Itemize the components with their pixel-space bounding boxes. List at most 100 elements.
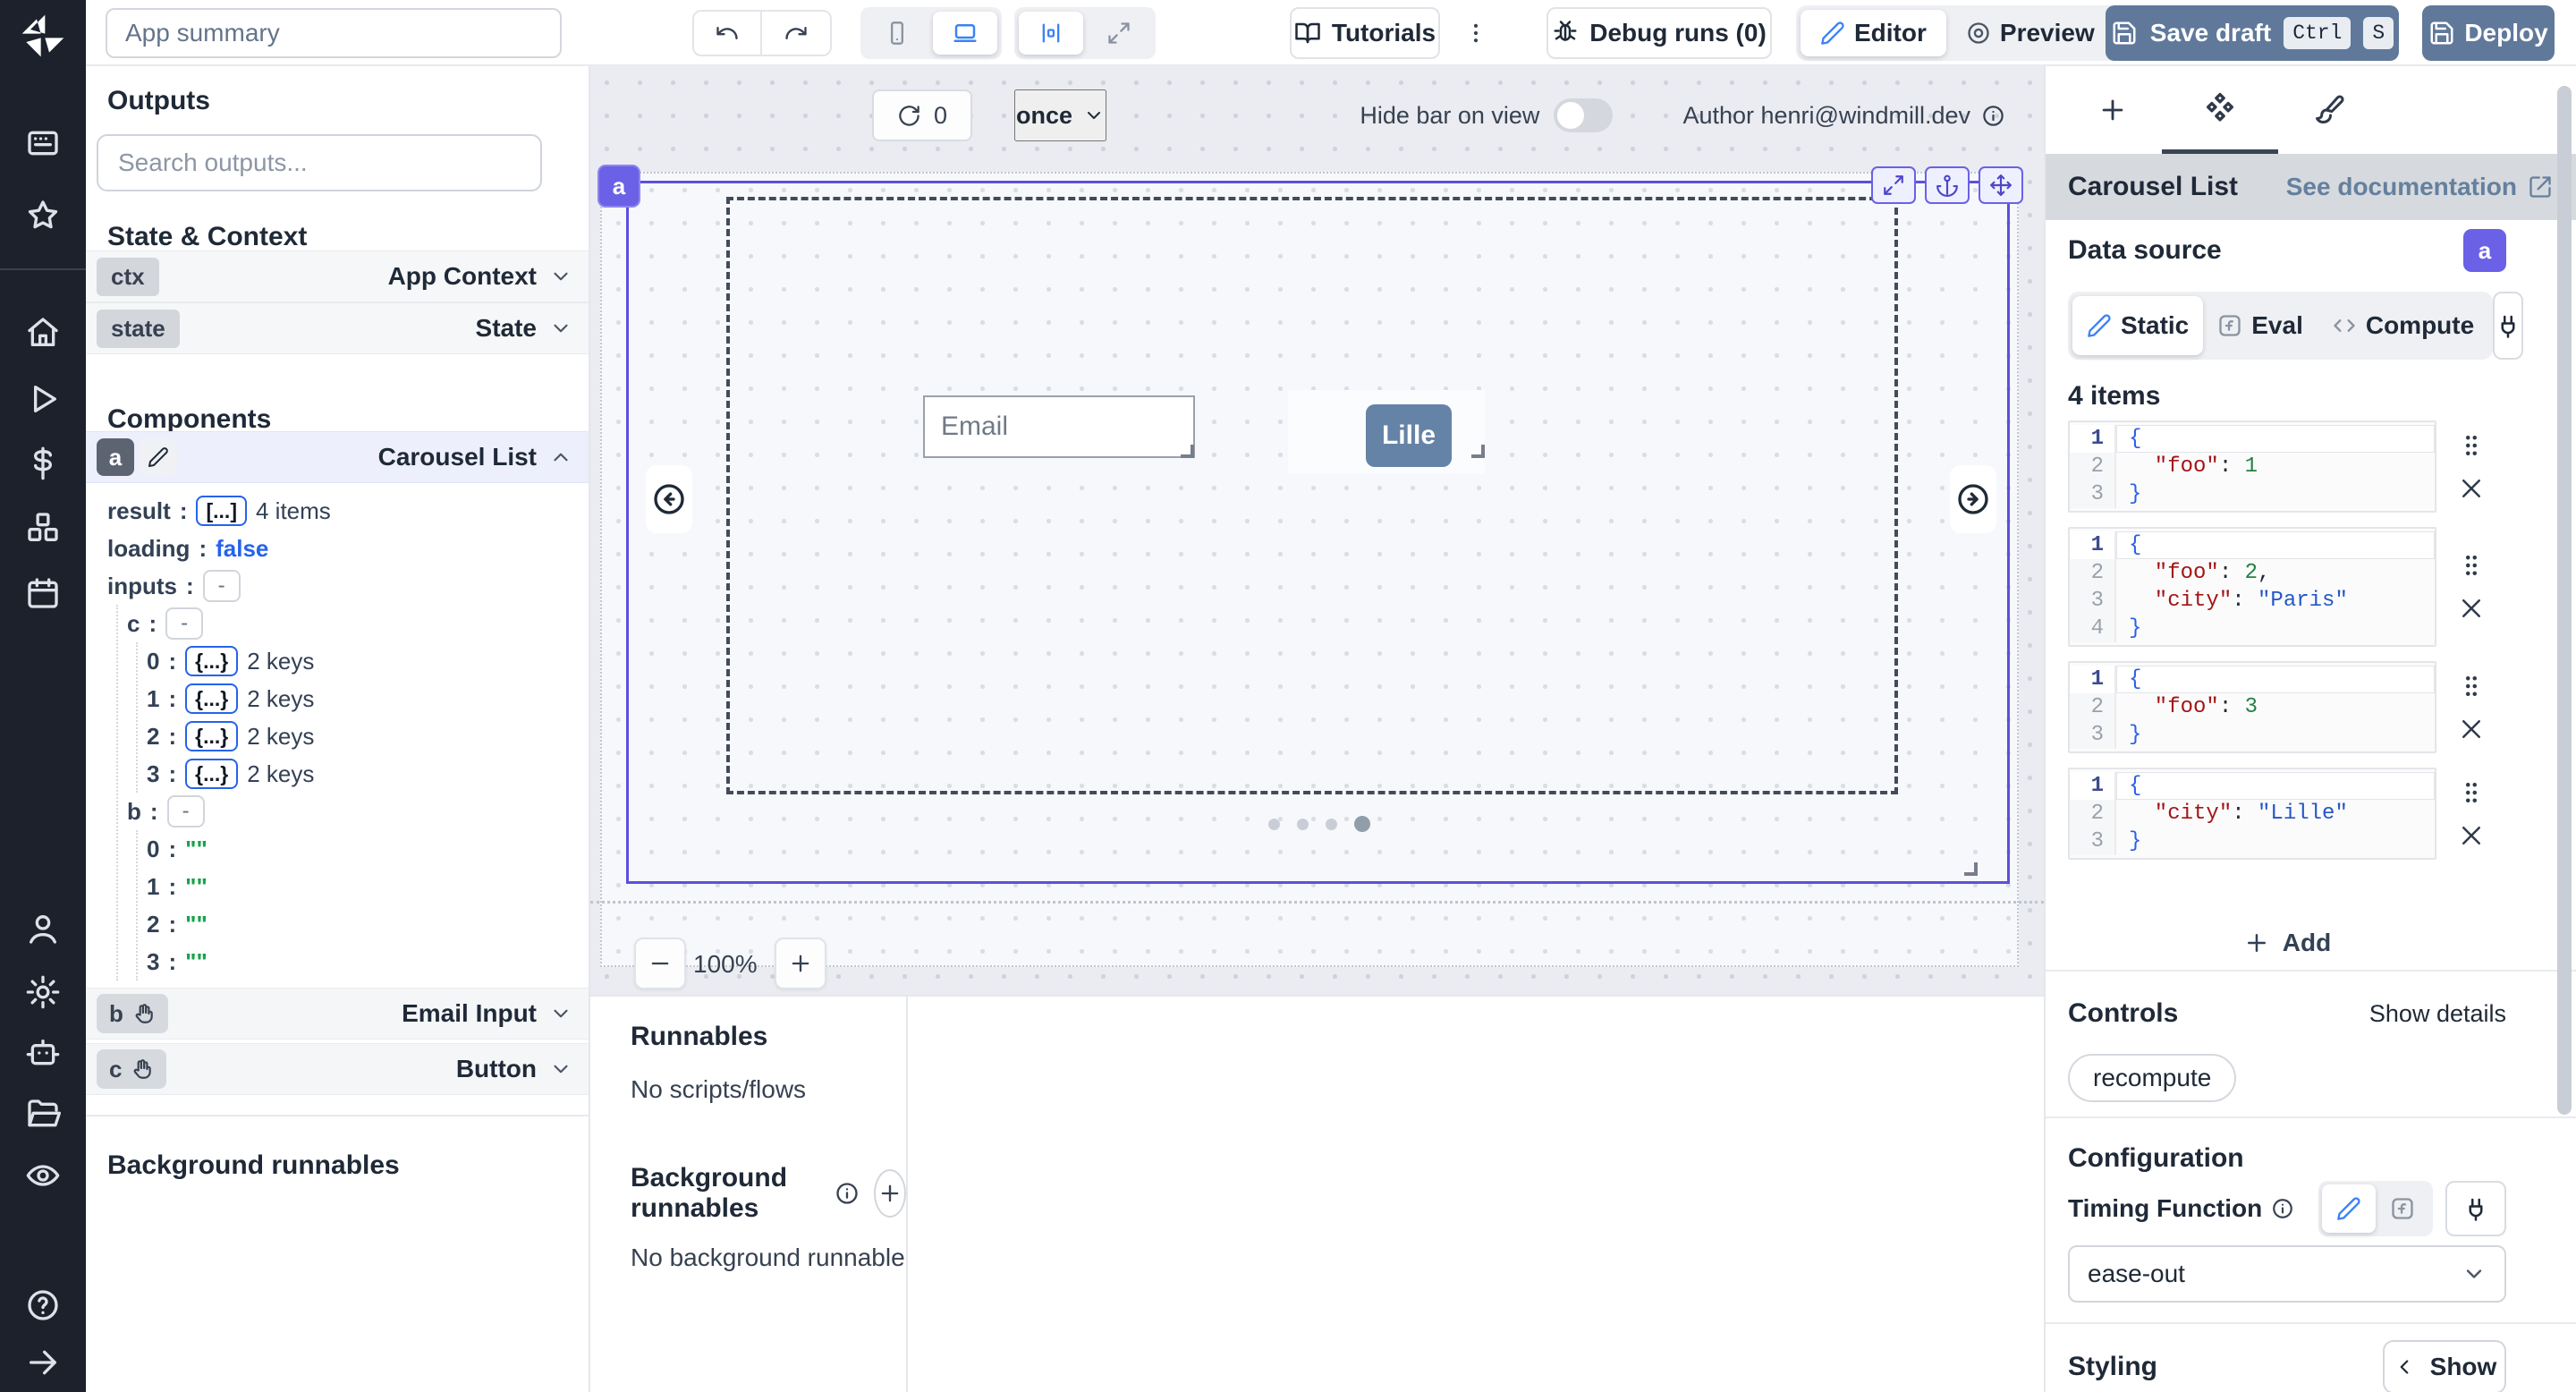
remove-item-icon[interactable] (2458, 822, 2485, 849)
folders-icon[interactable] (25, 1097, 61, 1133)
more-menu-icon[interactable] (1463, 15, 1499, 51)
desktop-view-button[interactable] (933, 12, 997, 55)
settings-gear-icon[interactable] (25, 974, 61, 1010)
button-component[interactable]: Lille (1366, 404, 1452, 467)
add-background-runnable-button[interactable] (874, 1169, 906, 1218)
timing-function-select[interactable]: ease-out (2068, 1245, 2506, 1303)
runs-icon[interactable] (25, 381, 61, 417)
styling-show-button[interactable]: Show (2383, 1340, 2506, 1392)
chevron-down-icon[interactable] (549, 1002, 572, 1025)
json-item-editor[interactable]: 1 { 2 "foo": 2, 3 "city": "Paris" 4 } (2068, 527, 2436, 647)
collapse-toggle[interactable]: - (203, 570, 241, 602)
expand-object-badge[interactable]: {...} (185, 759, 238, 789)
run-mode-dropdown[interactable]: once (1014, 89, 1106, 141)
undo-button[interactable] (694, 12, 762, 55)
apps-icon[interactable] (25, 125, 61, 161)
save-draft-button[interactable]: Save draft Ctrl S (2106, 5, 2399, 61)
static-mode-button[interactable] (2322, 1184, 2376, 1233)
insert-component-tab[interactable] (2090, 88, 2135, 132)
anchor-component-icon[interactable] (1925, 166, 1970, 204)
chevron-up-icon[interactable] (549, 446, 572, 469)
info-icon[interactable] (835, 1181, 860, 1206)
carousel-dot[interactable] (1297, 819, 1309, 830)
see-documentation-link[interactable]: See documentation (2286, 173, 2553, 201)
chevron-down-icon[interactable] (549, 1057, 572, 1081)
hide-bar-toggle[interactable] (1554, 98, 1613, 132)
expand-object-badge[interactable]: {...} (185, 721, 238, 751)
chevron-down-icon[interactable] (549, 317, 572, 340)
zoom-out-button[interactable] (634, 938, 686, 989)
remove-item-icon[interactable] (2458, 595, 2485, 622)
collapse-toggle[interactable]: - (167, 795, 205, 828)
drag-handle-icon[interactable] (2458, 432, 2485, 459)
json-item-editor[interactable]: 1 { 2 "foo": 1 3 } (2068, 420, 2436, 513)
resize-handle[interactable] (1471, 445, 1485, 458)
resources-icon[interactable] (25, 510, 61, 546)
drag-handle-icon[interactable] (2458, 673, 2485, 700)
collapse-toggle[interactable]: - (165, 607, 203, 640)
static-mode-button[interactable]: Static (2072, 296, 2203, 355)
expand-rail-icon[interactable] (25, 1345, 61, 1380)
zoom-in-button[interactable] (775, 938, 826, 989)
add-item-button[interactable]: Add (2068, 918, 2506, 968)
mobile-view-button[interactable] (865, 12, 929, 55)
info-icon[interactable] (2271, 1197, 2294, 1220)
carousel-next-button[interactable] (1950, 465, 1996, 533)
star-icon[interactable] (25, 198, 61, 233)
editor-tab[interactable]: Editor (1801, 10, 1946, 56)
chevron-down-icon[interactable] (549, 265, 572, 288)
drag-handle-icon[interactable] (2458, 779, 2485, 806)
carousel-dot[interactable] (1326, 819, 1337, 830)
drag-handle-icon[interactable] (2458, 552, 2485, 579)
windmill-logo-icon[interactable] (18, 11, 68, 61)
search-outputs-input[interactable] (97, 134, 542, 191)
audit-logs-eye-icon[interactable] (25, 1158, 61, 1193)
frame-resize-handle[interactable] (1964, 862, 1978, 876)
resize-handle[interactable] (1181, 445, 1194, 458)
eval-mode-button[interactable] (2376, 1184, 2429, 1233)
home-icon[interactable] (25, 315, 61, 351)
eval-mode-button[interactable]: Eval (2203, 296, 2318, 355)
center-content-button[interactable] (1019, 12, 1083, 55)
help-icon[interactable] (25, 1287, 61, 1323)
styling-brush-tab[interactable] (2307, 88, 2351, 132)
refresh-count-button[interactable]: 0 (872, 89, 972, 141)
recompute-button[interactable]: recompute (2068, 1054, 2236, 1102)
expand-object-badge[interactable]: {...} (185, 646, 238, 676)
component-a-row[interactable]: a Carousel List (86, 431, 590, 483)
schedules-icon[interactable] (25, 575, 61, 611)
expand-array-badge[interactable]: [...] (196, 496, 247, 526)
redo-button[interactable] (762, 12, 830, 55)
connect-plug-button[interactable] (2493, 292, 2523, 360)
user-icon[interactable] (25, 911, 61, 946)
fullscreen-button[interactable] (1087, 12, 1151, 55)
settings-components-tab[interactable] (2198, 88, 2242, 132)
state-row[interactable]: state State (86, 302, 590, 354)
carousel-dot[interactable] (1268, 819, 1280, 830)
expand-component-icon[interactable] (1871, 166, 1916, 204)
carousel-dot[interactable] (1354, 816, 1370, 832)
connect-plug-button[interactable] (2445, 1181, 2506, 1236)
remove-item-icon[interactable] (2458, 475, 2485, 502)
component-c-row[interactable]: c Button (86, 1043, 590, 1095)
workers-robot-icon[interactable] (25, 1035, 61, 1071)
move-component-icon[interactable] (1979, 166, 2023, 204)
debug-runs-button[interactable]: Debug runs (0) (1546, 7, 1772, 59)
carousel-prev-button[interactable] (646, 465, 692, 533)
rename-pencil-icon[interactable] (140, 438, 177, 476)
tutorials-button[interactable]: Tutorials (1290, 7, 1440, 59)
email-input-component[interactable] (923, 395, 1195, 458)
show-details-link[interactable]: Show details (2369, 1000, 2506, 1028)
scrollbar-thumb[interactable] (2557, 86, 2572, 1115)
deploy-button[interactable]: Deploy (2422, 5, 2555, 61)
info-icon[interactable] (1981, 104, 2005, 128)
remove-item-icon[interactable] (2458, 716, 2485, 743)
expand-object-badge[interactable]: {...} (185, 683, 238, 714)
carousel-drop-zone[interactable] (726, 197, 1898, 794)
preview-tab[interactable]: Preview (1946, 10, 2114, 56)
compute-mode-button[interactable]: Compute (2318, 296, 2488, 355)
variables-icon[interactable] (25, 446, 61, 481)
json-item-editor[interactable]: 1 { 2 "foo": 3 3 } (2068, 661, 2436, 753)
ctx-row[interactable]: ctx App Context (86, 250, 590, 302)
json-item-editor[interactable]: 1 { 2 "city": "Lille" 3 } (2068, 768, 2436, 860)
